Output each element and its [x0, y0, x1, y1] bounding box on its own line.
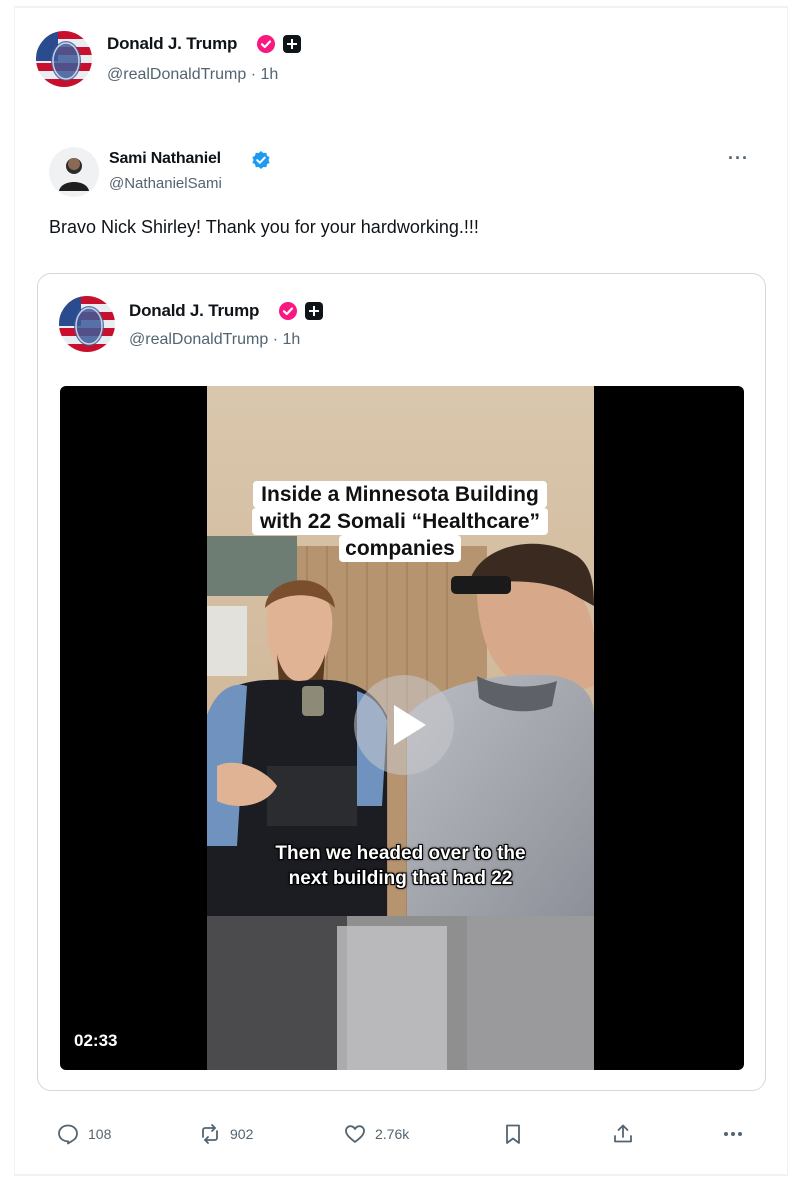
repost-author-name[interactable]: Sami Nathaniel — [109, 150, 221, 168]
caption-line-2: with 22 Somali “Healthcare” — [251, 508, 549, 535]
quoted-author-name[interactable]: Donald J. Trump — [129, 301, 259, 321]
repost-author-avatar[interactable] — [49, 147, 99, 197]
like-count: 2.76k — [375, 1126, 410, 1142]
repost-count: 902 — [230, 1126, 254, 1142]
quoted-author-avatar[interactable] — [59, 296, 115, 352]
video-caption: Inside a Minnesota Building with 22 Soma… — [225, 481, 575, 562]
author-name[interactable]: Donald J. Trump — [107, 34, 237, 54]
verified-badge-icon — [257, 35, 275, 53]
subtitle-line-2: next building that had 22 — [288, 868, 513, 889]
video-subtitle: Then we headed over to the next building… — [207, 841, 594, 891]
bookmark-icon — [506, 1124, 520, 1144]
repost-author-handle[interactable]: @NathanielSami — [109, 175, 222, 192]
bottom-border — [14, 1174, 788, 1176]
flag-face-avatar-icon — [36, 31, 92, 87]
author-handle-text: @realDonaldTrump — [107, 66, 247, 83]
quoted-author-handle[interactable]: @realDonaldTrump · 1h — [129, 331, 300, 349]
video-duration: 02:33 — [74, 1031, 118, 1050]
repost-text: Bravo Nick Shirley! Thank you for your h… — [49, 217, 479, 237]
flag-face-avatar-icon — [59, 296, 115, 352]
caption-line-3: companies — [339, 535, 461, 562]
reply-button[interactable]: 108 — [56, 1120, 111, 1148]
repost-icon — [202, 1124, 218, 1144]
subtitle-line-1: Then we headed over to the — [275, 843, 526, 864]
verified-badge-icon — [279, 302, 297, 320]
repost-button[interactable]: 902 — [198, 1120, 253, 1148]
affiliate-badge-icon — [305, 302, 323, 320]
caption-line-1: Inside a Minnesota Building — [253, 481, 547, 508]
video-player[interactable]: Inside a Minnesota Building with 22 Soma… — [60, 386, 744, 1070]
post-time: 1h — [260, 66, 279, 83]
quoted-handle-text: @realDonaldTrump — [129, 331, 269, 348]
reply-icon — [58, 1124, 78, 1145]
like-icon — [345, 1125, 365, 1143]
reply-count: 108 — [88, 1126, 112, 1142]
person-avatar-icon — [49, 147, 99, 197]
share-icon — [614, 1124, 632, 1143]
quoted-post-time: 1h — [282, 331, 301, 348]
affiliate-badge-icon — [283, 35, 301, 53]
more-horizontal-icon[interactable]: ··· — [728, 148, 749, 169]
author-handle[interactable]: @realDonaldTrump · 1h — [107, 66, 278, 84]
verified-blue-badge-icon — [252, 151, 270, 169]
play-icon[interactable] — [354, 675, 454, 775]
more-horizontal-icon[interactable] — [721, 1120, 745, 1148]
share-button[interactable] — [611, 1120, 635, 1148]
author-avatar[interactable] — [36, 31, 92, 87]
bookmark-button[interactable] — [501, 1120, 525, 1148]
like-button[interactable]: 2.76k — [343, 1120, 409, 1148]
